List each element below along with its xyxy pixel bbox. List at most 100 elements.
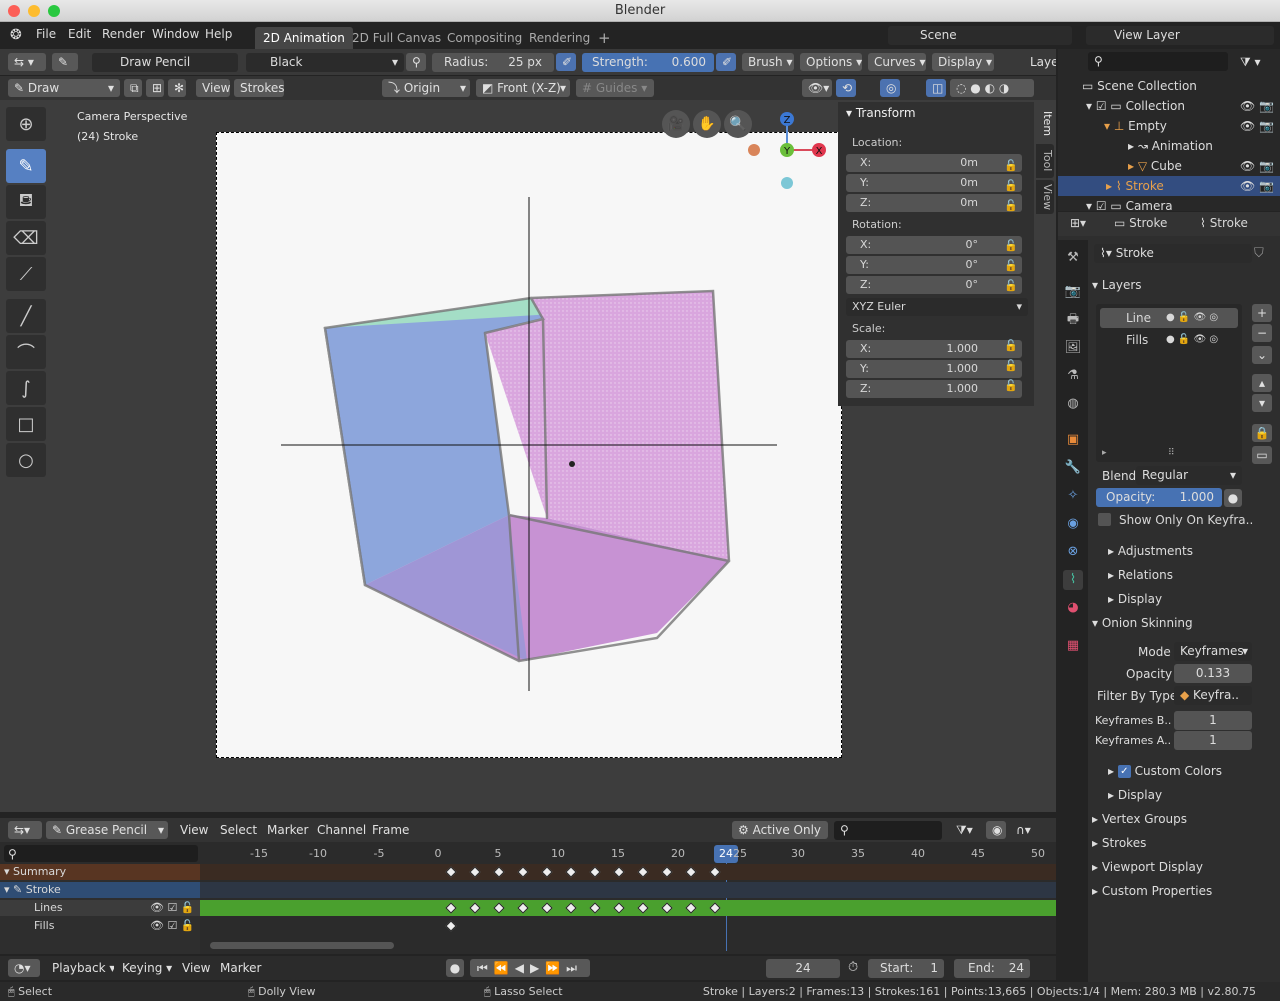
playback-menu[interactable]: Playback ▾ — [46, 959, 114, 977]
outliner-row[interactable]: ▸ ▽ Cube 👁 📷 — [1058, 156, 1280, 176]
tab-item[interactable]: Item — [1036, 106, 1054, 142]
keyframe-opacity-icon[interactable]: ● — [1224, 489, 1242, 507]
falloff-icon[interactable]: ∩▾ — [1010, 821, 1036, 839]
view-layer-tab-icon[interactable]: 🖼 — [1063, 338, 1083, 358]
dopesheet-filter-icon[interactable]: ⧩▾ — [950, 821, 980, 839]
material-selector[interactable]: Black ▾ — [246, 53, 404, 72]
layer-menu[interactable]: Layer — [1024, 53, 1056, 71]
effects-tab-icon[interactable]: ✧ — [1063, 486, 1083, 506]
stopwatch-icon[interactable]: ⏱ — [848, 960, 858, 975]
xray-toggle-icon[interactable]: ◫ — [926, 79, 946, 97]
arc-tool-icon[interactable]: ⌒ — [6, 335, 46, 369]
pressure-radius-icon[interactable]: ✐ — [556, 53, 576, 71]
rotation-x-field[interactable]: X: 0° — [846, 236, 1022, 254]
location-x-field[interactable]: X: 0m — [846, 154, 1022, 172]
pan-view-icon[interactable]: ✋ — [693, 110, 721, 138]
outliner-search-input[interactable]: ⚲ — [1088, 52, 1228, 71]
menu-file[interactable]: File — [36, 27, 56, 41]
onion-display-subpanel[interactable]: ▸ Display — [1108, 784, 1280, 806]
layers-list-expand-icon[interactable]: ▸ — [1102, 448, 1107, 458]
timeline-marker-menu[interactable]: Marker — [214, 959, 267, 977]
tool-tab-icon[interactable]: ⚒ — [1063, 248, 1083, 268]
dopesheet-menu-frame[interactable]: Frame — [366, 821, 415, 839]
tab-2d-animation[interactable]: 2D Animation — [255, 27, 353, 49]
outliner-row[interactable]: ▭ Scene Collection — [1058, 76, 1280, 96]
pencil-tool-icon[interactable]: ✎ — [52, 53, 78, 71]
curves-menu[interactable]: Curves ▾ — [868, 53, 926, 71]
tint-tool-icon[interactable]: ⟋ — [6, 257, 46, 291]
layers-panel-header[interactable]: ▾ Layers — [1092, 274, 1276, 296]
zoom-window-button[interactable] — [48, 5, 60, 17]
add-layer-button[interactable]: + — [1252, 304, 1272, 322]
outliner-filter-icon[interactable]: ⧩ ▾ — [1234, 53, 1274, 71]
lock-layers-icon[interactable]: 🔒 — [1252, 424, 1272, 442]
constraints-tab-icon[interactable]: ⊗ — [1063, 542, 1083, 562]
line-tool-icon[interactable]: ╱ — [6, 299, 46, 333]
tab-view[interactable]: View — [1036, 180, 1054, 214]
blend-mode-selector[interactable]: Regular ▾ — [1136, 466, 1242, 485]
strokes-panel[interactable]: ▸ Strokes — [1092, 832, 1276, 854]
adjustments-subpanel[interactable]: ▸ Adjustments — [1108, 540, 1280, 562]
brush-menu[interactable]: Brush ▾ — [742, 53, 794, 71]
dopesheet-menu-select[interactable]: Select — [214, 821, 263, 839]
fake-user-icon[interactable]: ⛉ — [1254, 246, 1264, 261]
outliner-row[interactable]: ▾ ☑ ▭ Camera — [1058, 196, 1280, 211]
origin-selector[interactable]: ⤵ Origin ▾ — [382, 79, 470, 97]
modifier-tab-icon[interactable]: 🔧 — [1063, 458, 1083, 478]
onion-mode-selector[interactable]: Keyframes ▾ — [1174, 642, 1252, 661]
dopesheet-scrollbar[interactable] — [210, 942, 394, 949]
layer-item-fills[interactable]: Fills ● 🔓 👁 ◎ — [1100, 330, 1238, 350]
scene-tab-icon[interactable]: ⚗ — [1063, 366, 1083, 386]
guides-toggle[interactable]: # Guides ▾ — [576, 79, 654, 97]
filter-by-type-selector[interactable]: ◆ Keyfra.. — [1174, 686, 1252, 705]
axis-gizmo[interactable]: Z Y X — [745, 108, 835, 194]
circle-tool-icon[interactable]: ○ — [6, 443, 46, 477]
tab-2d-full-canvas[interactable]: 2D Full Canvas — [344, 27, 449, 49]
rotation-y-field[interactable]: Y: 0° — [846, 256, 1022, 274]
dopesheet-editor-type-icon[interactable]: ⇆▾ — [8, 821, 42, 839]
overlay-toggle-icon[interactable]: ◎ — [880, 79, 900, 97]
dopesheet-mode-selector[interactable]: ✎ Grease Pencil ▾ — [46, 821, 168, 839]
transform-panel-title[interactable]: ▾ Transform — [846, 106, 916, 120]
tab-compositing[interactable]: Compositing — [439, 27, 530, 49]
render-tab-icon[interactable]: 📷 — [1063, 282, 1083, 302]
autolock-icon[interactable]: ⊞ — [146, 79, 164, 97]
object-tab-icon[interactable]: ▣ — [1063, 430, 1083, 450]
shading-modes[interactable]: ◌ ● ◐ ◑ — [950, 79, 1034, 97]
add-workspace-icon[interactable]: + — [590, 27, 619, 49]
pressure-strength-icon[interactable]: ✐ — [716, 53, 736, 71]
radius-field[interactable]: Radius: 25 px — [432, 53, 554, 72]
isolate-layer-icon[interactable]: ▭ — [1252, 446, 1272, 464]
snap-icon[interactable]: ✻ — [168, 79, 186, 97]
channel-fills[interactable]: Fills 👁 ☑ 🔓 — [0, 918, 200, 934]
mode-selector[interactable]: ✎ Draw ▾ — [8, 79, 120, 97]
lock-icons[interactable]: 🔓 🔓 🔓 🔓 🔓 🔓 🔓 🔓 🔓 — [1004, 156, 1018, 396]
record-icon[interactable]: ● — [446, 959, 464, 977]
texture-tab-icon[interactable]: ▦ — [1063, 636, 1083, 656]
datablock-selector[interactable]: ⌇▾ Stroke — [1094, 244, 1252, 263]
custom-colors-subpanel[interactable]: ▸ ✓ Custom Colors — [1108, 760, 1280, 782]
scale-z-field[interactable]: Z: 1.000 — [846, 380, 1022, 398]
channel-lines[interactable]: Lines 👁 ☑ 🔓 — [0, 900, 200, 916]
outliner-row[interactable]: ▸ ↝ Animation — [1058, 136, 1280, 156]
dopesheet-menu-channel[interactable]: Channel — [311, 821, 372, 839]
strength-field[interactable]: Strength: 0.600 — [582, 53, 714, 72]
editor-type-icon[interactable]: ⇆ ▾ — [8, 53, 46, 71]
tab-rendering[interactable]: Rendering — [521, 27, 598, 49]
dopesheet-menu-view[interactable]: View — [174, 821, 214, 839]
fill-tool-icon[interactable]: ⛾ — [6, 185, 46, 219]
display-menu[interactable]: Display ▾ — [932, 53, 994, 71]
layers-list-resize-grip[interactable]: ⠿ — [1168, 448, 1175, 458]
location-z-field[interactable]: Z: 0m — [846, 194, 1022, 212]
strokes-menu[interactable]: Strokes — [234, 79, 284, 97]
location-y-field[interactable]: Y: 0m — [846, 174, 1022, 192]
curve-tool-icon[interactable]: ∫ — [6, 371, 46, 405]
active-only-toggle[interactable]: ⚙ Active Only — [732, 821, 828, 839]
pin-icon[interactable]: ⚲ — [406, 53, 426, 71]
timeline-view-menu[interactable]: View — [176, 959, 216, 977]
view-layer-selector[interactable]: View Layer — [1086, 26, 1274, 45]
cursor-tool-icon[interactable]: ⊕ — [6, 107, 46, 141]
view-menu[interactable]: View — [196, 79, 230, 97]
dopesheet-search-input[interactable]: ⚲ — [834, 821, 942, 840]
gizmo-toggle-icon[interactable]: ⟲ — [836, 79, 856, 97]
